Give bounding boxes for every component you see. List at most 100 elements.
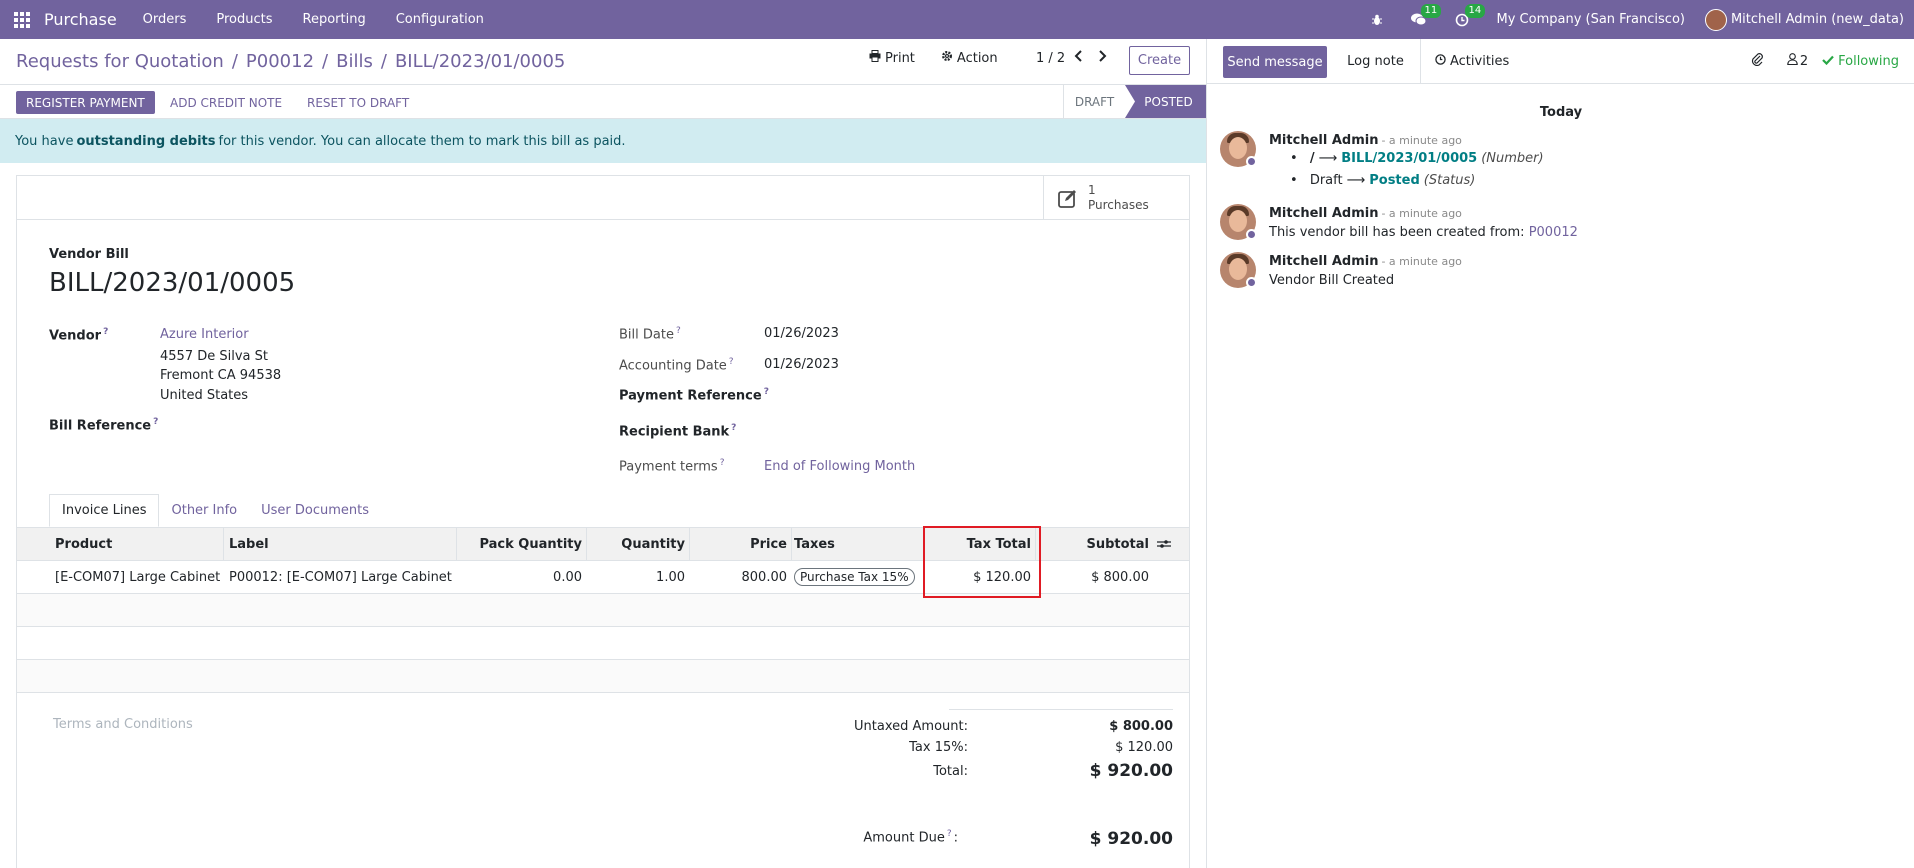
print-button[interactable]: Print [869,50,915,66]
total-value: $ 920.00 [1089,761,1173,781]
total-label: Total: [933,764,968,779]
reset-to-draft-button[interactable]: RESET TO DRAFT [297,91,419,114]
stage-draft[interactable]: DRAFT [1063,85,1125,118]
bill-date-value[interactable]: 01/26/2023 [764,326,839,341]
menu-products[interactable]: Products [216,12,272,27]
log-note-button[interactable]: Log note [1331,39,1421,84]
tracking-value: • Draft ⟶ Posted (Status) [1290,173,1476,188]
company-switcher[interactable]: My Company (San Francisco) [1497,12,1685,27]
following-button[interactable]: Following [1822,54,1899,69]
menu-configuration[interactable]: Configuration [396,12,484,27]
help-tooltip-icon[interactable]: ? [676,326,681,336]
message-author[interactable]: Mitchell Admin - a minute ago [1269,254,1462,269]
line-subtotal[interactable]: $ 800.00 [1041,561,1149,593]
message-author[interactable]: Mitchell Admin - a minute ago [1269,133,1462,148]
pager-next-icon[interactable] [1097,47,1107,66]
create-button[interactable]: Create [1129,46,1190,75]
optional-columns-icon[interactable] [1157,528,1171,560]
print-icon [869,50,881,66]
message-time: - a minute ago [1381,255,1462,268]
smart-button-box: 1 Purchases [17,176,1189,220]
tax-label: Tax 15%: [909,740,968,755]
col-pack-quantity[interactable]: Pack Quantity [462,528,582,560]
paperclip-icon[interactable] [1751,52,1763,70]
tab-user-documents[interactable]: User Documents [249,494,381,527]
terms-conditions-field[interactable]: Terms and Conditions [53,717,193,732]
help-tooltip-icon[interactable]: ? [729,357,734,367]
user-menu[interactable]: Mitchell Admin (new_data) [1704,8,1904,31]
accounting-date-value[interactable]: 01/26/2023 [764,357,839,372]
breadcrumb-current: BILL/2023/01/0005 [394,51,566,72]
tax-tag[interactable]: Purchase Tax 15% [794,568,915,586]
vendor-address-line: United States [160,388,249,403]
breadcrumb-bills[interactable]: Bills [336,51,373,72]
action-button[interactable]: Action [941,50,998,66]
activities-badge: 14 [1464,3,1486,18]
empty-row[interactable] [17,594,1189,627]
bill-name: BILL/2023/01/0005 [49,268,296,298]
activities-button[interactable]: Activities [1425,39,1519,84]
col-label[interactable]: Label [229,528,269,560]
menu-orders[interactable]: Orders [143,12,187,27]
activities-clock-icon[interactable]: 14 [1455,3,1486,27]
status-bar: REGISTER PAYMENT ADD CREDIT NOTE RESET T… [0,85,1206,119]
message-author[interactable]: Mitchell Admin - a minute ago [1269,206,1462,221]
activities-label: Activities [1450,54,1510,69]
help-tooltip-icon[interactable]: ? [103,327,108,337]
line-label[interactable]: P00012: [E-COM07] Large Cabinet [229,561,452,593]
amount-due-label: Amount Due?: [863,829,958,846]
help-tooltip-icon[interactable]: ? [764,387,769,397]
line-pack-quantity[interactable]: 0.00 [462,561,582,593]
alert-text-before: You have [15,133,74,149]
help-tooltip-icon[interactable]: ? [731,423,736,433]
add-credit-note-button[interactable]: ADD CREDIT NOTE [160,91,292,114]
source-document-link[interactable]: P00012 [1529,225,1578,240]
col-price[interactable]: Price [695,528,787,560]
empty-row[interactable] [17,627,1189,660]
help-tooltip-icon[interactable]: ? [947,829,952,839]
check-icon [1822,54,1834,69]
messages-icon[interactable]: 11 [1410,3,1442,27]
chatter-topbar: Send message Log note Activities 2 Follo… [1207,39,1914,84]
bill-reference-input[interactable] [160,414,560,434]
pager-value[interactable]: 1 / 2 [1036,51,1065,66]
followers-count: 2 [1799,53,1809,69]
chatter-message: Mitchell Admin - a minute ago • / ⟶ BILL/20… [1220,131,1900,193]
app-name[interactable]: Purchase [44,10,117,29]
vendor-link[interactable]: Azure Interior [160,327,249,342]
register-payment-button[interactable]: REGISTER PAYMENT [16,91,155,114]
col-taxes[interactable]: Taxes [794,528,835,560]
recipient-bank-label: Recipient Bank? [619,423,737,440]
debug-bug-icon[interactable] [1371,14,1383,26]
line-quantity[interactable]: 1.00 [592,561,685,593]
chatter-message: Mitchell Admin - a minute ago This vendor… [1220,204,1900,244]
help-tooltip-icon[interactable]: ? [720,458,725,468]
untaxed-amount-label: Untaxed Amount: [854,719,968,734]
purchases-smart-button[interactable]: 1 Purchases [1043,176,1189,220]
chatter-panel: Send message Log note Activities 2 Follo… [1206,39,1914,868]
tab-other-info[interactable]: Other Info [159,494,249,527]
app-menu-icon[interactable] [0,0,44,39]
breadcrumb-rfq[interactable]: Requests for Quotation [16,51,224,72]
tracking-value: • / ⟶ BILL/2023/01/0005 (Number) [1290,151,1544,166]
breadcrumb-po[interactable]: P00012 [246,51,314,72]
pager-previous-icon[interactable] [1074,47,1084,66]
payment-terms-value[interactable]: End of Following Month [764,459,915,474]
message-time: - a minute ago [1381,207,1462,220]
followers-button[interactable]: 2 [1787,53,1808,69]
line-price[interactable]: 800.00 [695,561,788,593]
gear-icon [941,50,953,66]
menu-reporting[interactable]: Reporting [303,12,366,27]
empty-row[interactable] [17,660,1189,693]
tab-invoice-lines[interactable]: Invoice Lines [49,494,160,527]
form-sheet: 1 Purchases Vendor Bill BILL/2023/01/000… [16,175,1190,868]
line-product[interactable]: [E-COM07] Large Cabinet [55,561,220,593]
col-product[interactable]: Product [55,528,112,560]
tax-total-highlight [923,526,1041,598]
send-message-button[interactable]: Send message [1223,46,1327,78]
online-status-dot [1246,156,1257,167]
col-subtotal[interactable]: Subtotal [1041,528,1149,560]
help-tooltip-icon[interactable]: ? [153,417,158,427]
edit-pencil-icon [1058,188,1080,208]
col-quantity[interactable]: Quantity [592,528,685,560]
